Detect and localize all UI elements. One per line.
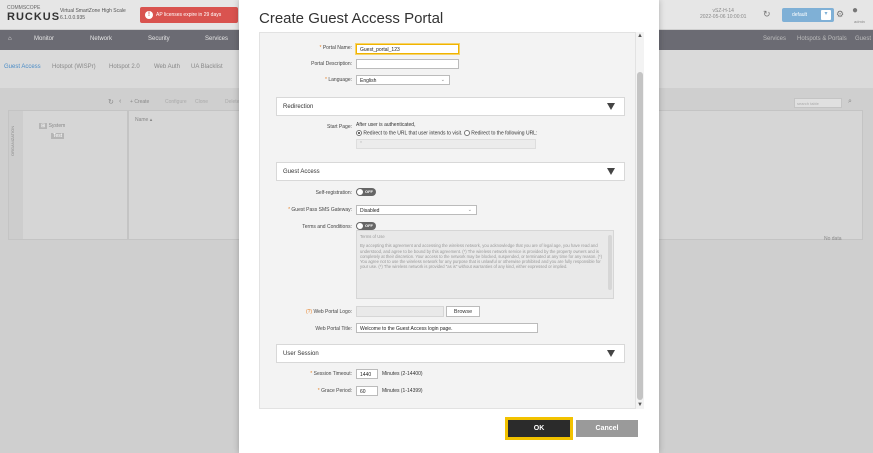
redirection-section-header[interactable]: Redirection [276,97,625,116]
portal-name-label: * Portal Name: [319,45,352,51]
session-timeout-label: * Session Timeout: [310,371,352,377]
user-session-section-header[interactable]: User Session [276,344,625,363]
terms-textarea[interactable]: Terms of Use By accepting this agreement… [356,230,614,299]
after-auth-text: After user is authenticated, [356,122,416,128]
tree-node-system[interactable]: ⊞ System [39,123,65,129]
radio-following-url[interactable] [463,130,470,136]
refresh-tree-icon[interactable]: ↻ [108,98,114,106]
portal-description-input[interactable] [356,59,459,69]
nav-security[interactable]: Security [148,36,170,42]
nav-network[interactable]: Network [90,36,112,42]
radio-intended-url[interactable] [356,130,362,136]
tree-node-test[interactable]: Test [51,133,65,139]
clone-button[interactable]: Clone [195,99,208,105]
portal-name-input[interactable]: Guest_portal_123 [356,44,459,54]
tab-hotspot-20[interactable]: Hotspot 2.0 [109,64,140,70]
redirect-options: Redirect to the URL that user intends to… [356,130,537,136]
refresh-icon[interactable]: ↻ [763,9,771,20]
grace-period-input[interactable]: 60 [356,386,378,396]
guest-access-section-header[interactable]: Guest Access [276,162,625,181]
dialog-title: Create Guest Access Portal [259,10,444,27]
license-alert[interactable]: ! AP licenses expire in 29 days [140,7,238,23]
ok-button[interactable]: OK [505,417,573,440]
chevron-up-icon[interactable]: ▲ [636,33,644,39]
gear-icon[interactable]: ⚙ [836,9,844,20]
collapse-icon [607,350,615,357]
terms-label: Terms and Conditions: [302,224,352,230]
dialog-scroll-area[interactable]: * Portal Name: Guest_portal_123 Portal D… [259,32,636,409]
web-portal-title-input[interactable]: Welcome to the Guest Access login page. [356,323,538,333]
terms-toggle[interactable]: OFF [356,222,376,230]
brand-logo: COMMSCOPE RUCKUS [7,5,61,23]
language-label: * Language: [325,77,352,83]
breadcrumb-hotspots[interactable]: Hotspots & Portals [797,36,847,42]
nav-services[interactable]: Services [205,36,228,42]
chevron-down-icon: ⌄ [440,77,445,83]
web-portal-logo-label: (?) Web Portal Logo: [305,309,352,315]
dialog-scrollbar[interactable]: ▲ ▼ [636,32,644,409]
delete-button[interactable]: Delete [225,99,239,105]
self-registration-label: Self-registration: [315,190,352,196]
web-portal-title-label: Web Portal Title: [315,326,352,332]
grace-period-label: * Grace Period: [317,388,352,394]
grace-period-unit: Minutes (1-14399) [382,388,423,394]
cancel-button[interactable]: Cancel [576,420,638,437]
create-portal-dialog: Create Guest Access Portal * Portal Name… [239,0,659,453]
sms-gateway-label: * Guest Pass SMS Gateway: [288,207,352,213]
search-icon[interactable]: ⌕ [848,98,852,106]
scrollbar-thumb[interactable] [637,72,643,400]
no-data-label: No data [824,236,842,242]
session-timeout-unit: Minutes (2-14400) [382,371,423,377]
nav-monitor[interactable]: Monitor [34,36,54,42]
breadcrumb-guest[interactable]: Guest [855,36,871,42]
column-name[interactable]: Name ▴ [135,117,152,123]
collapse-icon[interactable]: ‹ [119,98,121,105]
collapse-icon [607,168,615,175]
tab-hotspot-wispr[interactable]: Hotspot (WISPr) [52,64,96,70]
home-icon[interactable]: ⌂ [8,36,12,42]
controller-info: vSZ-H-14 2022-05-06 10:00:01 [700,8,747,20]
chevron-down-icon: ▾ [821,10,831,20]
sms-gateway-select[interactable]: Disabled ⌄ [356,205,477,215]
logo-file-input[interactable] [356,306,444,317]
search-input[interactable]: search table [794,98,842,108]
chevron-down-icon: ⌄ [467,207,472,213]
organization-tree: ORGANIZATION ⊞ System Test [8,110,128,240]
breadcrumb-services[interactable]: Services [763,36,786,42]
redirect-url-input[interactable]: * [356,139,536,149]
tab-web-auth[interactable]: Web Auth [154,64,180,70]
create-button[interactable]: + Create [130,99,149,105]
language-select[interactable]: English ⌄ [356,75,450,85]
configure-button[interactable]: Configure [165,99,187,105]
browse-button[interactable]: Browse [446,306,480,317]
start-page-label: Start Page: [326,124,352,130]
domain-select[interactable]: default ▾ [782,8,834,22]
tree-sidebar: ORGANIZATION [9,111,23,239]
user-name: admin [854,19,865,24]
session-timeout-input[interactable]: 1440 [356,369,378,379]
portal-description-label: Portal Description: [311,61,352,67]
tab-ua-blacklist[interactable]: UA Blacklist [191,64,223,70]
user-icon[interactable]: ● [852,5,858,16]
alert-icon: ! [145,11,153,19]
collapse-icon [607,103,615,110]
organization-label: ORGANIZATION [10,125,15,156]
product-info: Virtual SmartZone High Scale 6.1.0.0.935 [60,8,126,21]
chevron-down-icon[interactable]: ▼ [636,402,644,408]
self-registration-toggle[interactable]: OFF [356,188,376,196]
terms-scrollbar[interactable] [608,235,612,290]
tab-guest-access[interactable]: Guest Access [4,64,41,70]
